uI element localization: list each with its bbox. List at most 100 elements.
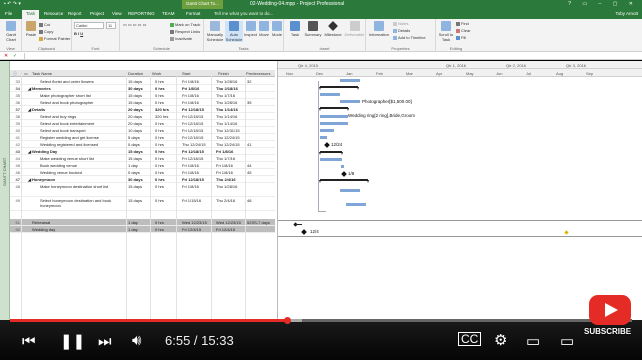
start-cell[interactable]: Fri 12/4/15 <box>182 227 201 232</box>
task-name-cell[interactable]: Register wedding and get license <box>40 135 132 140</box>
row-id[interactable]: 35 <box>10 93 20 98</box>
task-bar[interactable] <box>341 165 344 168</box>
user-name[interactable]: Toby Arnott <box>615 11 638 16</box>
start-cell[interactable]: Wed 12/23/15 <box>182 220 207 225</box>
task-bar[interactable] <box>320 158 342 161</box>
row-id[interactable]: 43 <box>10 149 20 154</box>
column-predecessors[interactable]: Predecessors <box>246 71 270 76</box>
row-id[interactable]: 39 <box>10 121 20 126</box>
column-start[interactable]: Start <box>182 71 190 76</box>
start-cell[interactable]: Fri 1/15/16 <box>182 198 201 203</box>
finish-cell[interactable]: Fri 1/8/16 <box>216 170 233 175</box>
work-cell[interactable]: 0 hrs <box>155 163 164 168</box>
work-cell[interactable]: 0 hrs <box>155 128 164 133</box>
task-name-cell[interactable]: Memories <box>32 86 124 91</box>
task-bar[interactable] <box>320 136 327 139</box>
gantt-chart-button[interactable]: Gantt Chart <box>2 21 20 42</box>
task-name-cell[interactable]: Select and book entertainment <box>40 121 132 126</box>
duration-cell[interactable]: 1 day <box>128 220 138 225</box>
start-cell[interactable]: Fri 12/18/15 <box>182 156 203 161</box>
predecessors-cell[interactable]: 52SS-7 days <box>247 220 270 225</box>
start-cell[interactable]: Fri 12/18/15 <box>182 149 204 154</box>
duration-cell[interactable]: 20 days <box>128 121 142 126</box>
table-row[interactable]: 39 Select and book entertainment 20 days 0 … <box>10 120 275 127</box>
finish-cell[interactable]: Thu 2/4/16 <box>216 177 236 182</box>
start-cell[interactable]: Fri 1/8/16 <box>182 184 199 189</box>
format-painter-button[interactable]: Format Painter <box>39 36 70 41</box>
duration-cell[interactable]: 0 days <box>128 142 140 147</box>
start-cell[interactable]: Fri 1/8/16 <box>182 79 199 84</box>
captions-icon[interactable]: CC <box>458 332 482 346</box>
task-name-cell[interactable]: Wedding Day <box>32 149 124 154</box>
table-row[interactable]: 47 Honeymoon 30 days 0 hrs Fri 12/18/15 Thu 2… <box>10 176 275 183</box>
work-cell[interactable]: 0 hrs <box>155 93 164 98</box>
table-row[interactable]: 43 Wedding Day 15 days 0 hrs Fri 12/18/15 Fri… <box>10 148 275 155</box>
duration-cell[interactable]: 15 days <box>128 93 142 98</box>
milestone-marker[interactable] <box>341 171 347 177</box>
predecessors-cell[interactable]: 44 <box>247 163 251 168</box>
task-name-cell[interactable]: Select and book photographer <box>40 100 132 105</box>
finish-cell[interactable]: Thu 1/14/16 <box>216 121 237 126</box>
inactivate-button[interactable]: Inactivate <box>170 36 192 41</box>
task-bar[interactable] <box>340 189 360 192</box>
row-id[interactable]: 45 <box>10 163 20 168</box>
task-name-cell[interactable]: Make wedding venue short list <box>40 156 132 161</box>
table-row[interactable]: 46 Wedding venue booked 0 days 0 hrs Fri 1/8… <box>10 169 275 176</box>
work-cell[interactable]: 0 hrs <box>155 79 164 84</box>
predecessors-cell[interactable]: 41 <box>247 142 251 147</box>
duration-cell[interactable]: 0 days <box>128 170 140 175</box>
theater-mode-icon[interactable]: ▭ <box>560 332 574 350</box>
settings-gear-icon[interactable]: ⚙ <box>494 331 507 349</box>
finish-cell[interactable]: Fri 12/4/15 <box>216 227 235 232</box>
duration-cell[interactable]: 1 day <box>128 163 138 168</box>
start-cell[interactable]: Fri 12/18/15 <box>182 107 204 112</box>
finish-cell[interactable]: Thu 12/31/15 <box>216 128 240 133</box>
task-name-cell[interactable]: Make photographer short list <box>40 93 132 98</box>
tab-report[interactable]: Report <box>68 11 82 16</box>
row-id[interactable]: 48 <box>10 184 20 189</box>
predecessors-cell[interactable]: 48 <box>247 198 251 203</box>
add-to-timeline-button[interactable]: Add to Timeline <box>393 35 426 40</box>
bold-italic-underline[interactable]: B I U <box>74 31 83 36</box>
start-cell[interactable]: Fri 12/18/15 <box>182 128 203 133</box>
collapse-triangle-icon[interactable]: ◢ <box>28 177 31 182</box>
column-task-name[interactable]: Task Name <box>32 71 52 76</box>
work-cell[interactable]: 0 hrs <box>155 227 164 232</box>
tab-team[interactable]: TEAM <box>162 11 175 16</box>
task-name-cell[interactable]: Select honeymoon destination and book ho… <box>40 198 132 208</box>
respect-links-button[interactable]: Respect Links <box>170 29 200 34</box>
start-cell[interactable]: Thu 12/24/15 <box>182 142 206 147</box>
tab-task[interactable]: Task <box>22 10 40 19</box>
row-id[interactable]: 41 <box>10 135 20 140</box>
finish-cell[interactable]: Thu 1/7/16 <box>216 93 235 98</box>
task-button[interactable]: Task <box>288 21 302 37</box>
gantt-chart-tools-tab[interactable]: Gantt Chart To... <box>182 0 223 9</box>
row-id[interactable]: 42 <box>10 142 20 147</box>
task-bar[interactable] <box>320 115 348 118</box>
tab-file[interactable]: File <box>5 11 12 16</box>
table-row[interactable]: 44 Make wedding venue short list 15 days 0 … <box>10 155 275 162</box>
summary-bar[interactable] <box>319 179 369 183</box>
font-name-select[interactable]: Calibri <box>74 22 104 29</box>
work-cell[interactable]: 0 hrs <box>155 121 164 126</box>
start-cell[interactable]: Fri 1/8/16 <box>182 86 199 91</box>
accept-entry-icon[interactable]: ✓ <box>13 53 17 59</box>
duration-cell[interactable]: 15 days <box>128 156 142 161</box>
summary-bar[interactable] <box>319 151 343 155</box>
task-bar[interactable] <box>346 203 366 206</box>
finish-cell[interactable]: Thu 2/4/16 <box>216 198 235 203</box>
table-row[interactable]: 52 Wedding day 1 day 0 hrs Fri 12/4/15 Fri 12… <box>10 226 275 233</box>
information-button[interactable]: Information <box>368 21 390 37</box>
duration-cell[interactable]: 20 days <box>128 107 143 112</box>
start-cell[interactable]: Fri 1/8/16 <box>182 163 199 168</box>
collapse-triangle-icon[interactable]: ◢ <box>28 86 31 91</box>
summary-bar[interactable] <box>319 86 359 90</box>
column-duration[interactable]: Duration <box>128 71 143 76</box>
collapse-triangle-icon[interactable]: ◢ <box>28 107 31 112</box>
work-cell[interactable]: 0 hrs <box>155 220 164 225</box>
finish-cell[interactable]: Thu 1/14/16 <box>216 107 238 112</box>
scroll-to-task-button[interactable]: Scroll to Task <box>438 21 454 42</box>
milestone-button[interactable]: Milestone <box>324 21 342 37</box>
table-row[interactable]: 40 Select and book transport 10 days 0 hrs F… <box>10 127 275 134</box>
cancel-entry-icon[interactable]: ✕ <box>4 53 8 59</box>
